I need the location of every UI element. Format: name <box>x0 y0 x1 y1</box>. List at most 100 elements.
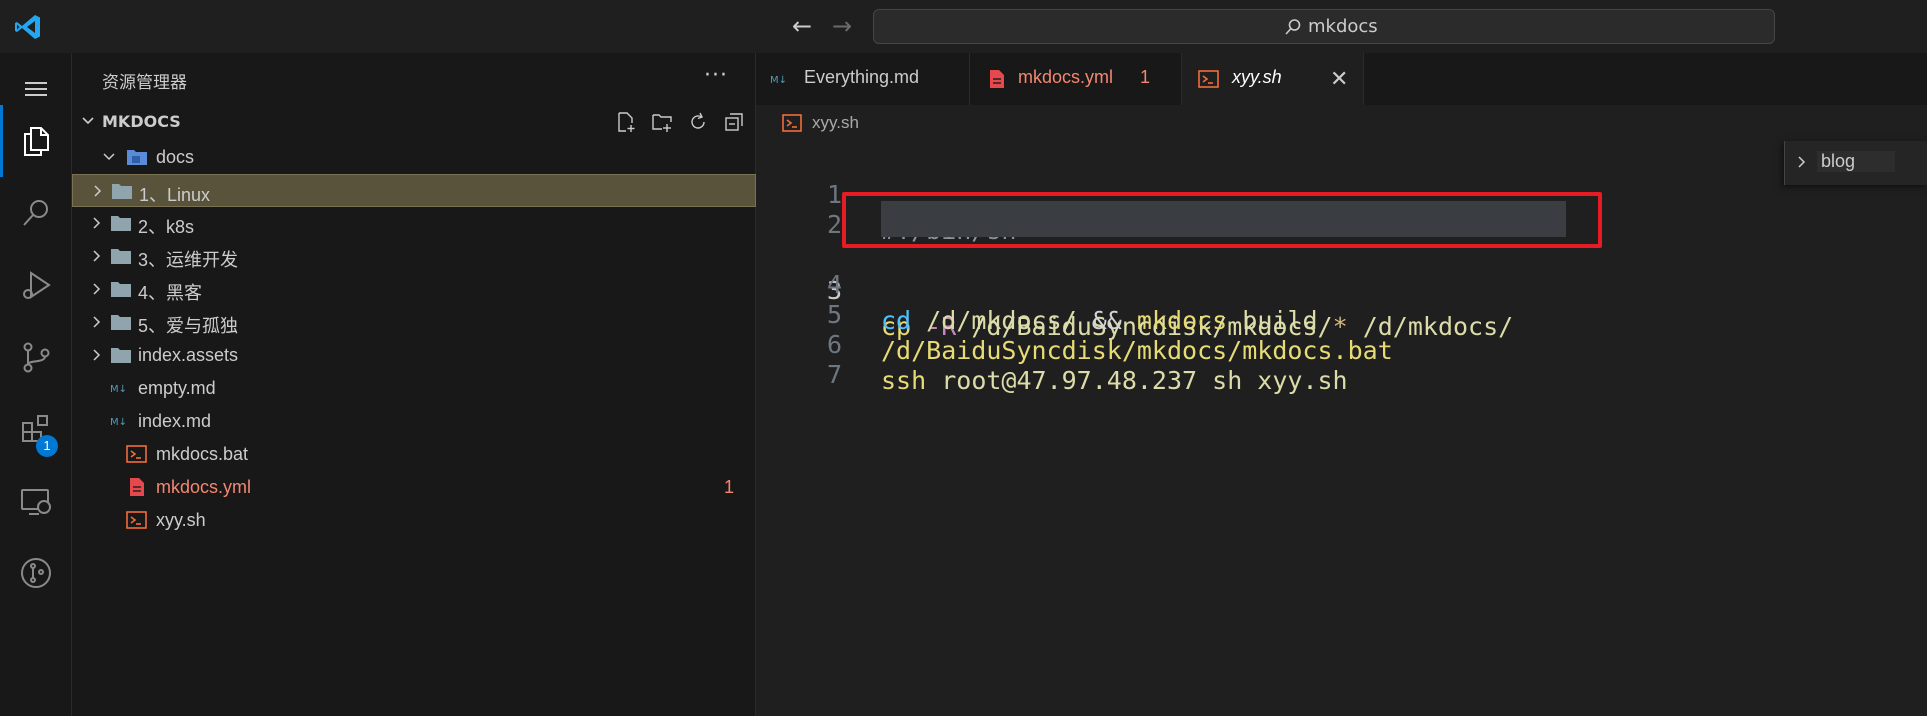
tree-item-mkdocs-bat[interactable]: mkdocs.bat <box>72 438 756 471</box>
new-folder-icon[interactable] <box>648 110 676 134</box>
tree-item-folder-k8s[interactable]: 2、k8s <box>72 207 756 240</box>
svg-text:M↓: M↓ <box>770 75 787 86</box>
shell-icon <box>126 511 147 529</box>
title-bar: ← → mkdocs <box>0 0 1927 53</box>
yaml-icon <box>130 478 144 496</box>
folder-icon <box>111 348 131 363</box>
activity-bar: 1 <box>0 53 72 716</box>
tree-item-docs[interactable]: docs <box>72 141 756 174</box>
tree-item-label: 5、爱与孤独 <box>138 316 239 336</box>
extensions-icon[interactable]: 1 <box>0 393 72 465</box>
chevron-right-icon <box>1798 156 1806 168</box>
close-icon[interactable]: ✕ <box>1330 66 1348 92</box>
token-cmd: ssh <box>881 366 927 395</box>
tree-item-label: index.assets <box>138 345 239 365</box>
chevron-right-icon <box>93 283 101 295</box>
code-line: 7 <box>756 321 1927 389</box>
code-text: ssh root@47.97.48.237 sh xyy.sh <box>881 363 1348 399</box>
vscode-logo-icon[interactable] <box>13 12 43 42</box>
forward-arrow-icon[interactable]: → <box>828 12 856 40</box>
svg-text:M↓: M↓ <box>110 417 127 428</box>
tree-item-folder-index-assets[interactable]: index.assets <box>72 339 756 372</box>
chevron-down-icon <box>103 153 115 161</box>
tree-item-label: 3、运维开发 <box>138 250 239 270</box>
run-debug-icon[interactable] <box>0 249 72 321</box>
tree-item-folder-linux[interactable]: 1、Linux <box>72 174 756 207</box>
chevron-down-icon <box>82 117 94 125</box>
section-actions <box>612 110 748 134</box>
outline-peek-widget[interactable]: blog <box>1784 141 1927 185</box>
tab-everything-md[interactable]: M↓ Everything.md <box>756 53 970 105</box>
tree-item-index-md[interactable]: M↓ index.md <box>72 405 756 438</box>
folder-icon <box>112 184 132 199</box>
tree-item-label: docs <box>156 147 195 167</box>
folder-icon <box>111 315 131 330</box>
command-center-text: mkdocs <box>1308 16 1378 37</box>
command-center-search[interactable]: mkdocs <box>873 9 1775 44</box>
back-arrow-icon[interactable]: ← <box>788 12 816 40</box>
tab-label: Everything.md <box>804 67 920 87</box>
tree-item-mkdocs-yml[interactable]: mkdocs.yml 1 <box>72 471 756 504</box>
editor-area: M↓ Everything.md mkdocs.yml 1 xyy.sh ✕ x… <box>756 53 1927 716</box>
tab-mkdocs-yml[interactable]: mkdocs.yml 1 <box>970 53 1182 105</box>
remote-explorer-icon[interactable] <box>0 465 72 537</box>
tree-item-label: mkdocs.bat <box>156 444 249 464</box>
tab-problems-count: 1 <box>1140 67 1151 87</box>
source-control-icon[interactable] <box>0 321 72 393</box>
explorer-sidebar: 资源管理器 ··· MKDOCS docs 1、Linux 2、k8s 3、运维… <box>72 53 756 716</box>
workspace-section-header[interactable]: MKDOCS <box>72 105 756 138</box>
chevron-right-icon <box>94 185 102 197</box>
workspace-title: MKDOCS <box>102 112 181 131</box>
tree-item-folder-hacker[interactable]: 4、黑客 <box>72 273 756 306</box>
search-icon <box>1285 19 1301 35</box>
chevron-right-icon <box>93 217 101 229</box>
tree-item-label: mkdocs.yml <box>156 477 252 497</box>
svg-text:M↓: M↓ <box>110 384 127 395</box>
tree-item-label: 4、黑客 <box>138 283 203 303</box>
tab-label: xyy.sh <box>1232 67 1282 87</box>
outline-peek-label: blog <box>1817 151 1896 172</box>
tab-xyy-sh[interactable]: xyy.sh ✕ <box>1182 53 1364 105</box>
tree-item-folder-devops[interactable]: 3、运维开发 <box>72 240 756 273</box>
tree-item-label: xyy.sh <box>156 510 206 530</box>
search-activity-icon[interactable] <box>0 177 72 249</box>
line-number: 7 <box>826 360 842 389</box>
sidebar-header: 资源管理器 ··· <box>72 53 756 105</box>
shell-icon <box>126 445 147 463</box>
annotation-highlight-box <box>842 192 1602 248</box>
docs-folder-icon <box>127 150 147 165</box>
markdown-icon: M↓ <box>770 75 787 86</box>
problems-count: 1 <box>723 477 734 497</box>
explorer-icon[interactable] <box>0 105 72 177</box>
token-arg: root@47.97.48.237 sh xyy.sh <box>941 366 1348 395</box>
tree-item-empty-md[interactable]: M↓ empty.md <box>72 372 756 405</box>
chevron-right-icon <box>93 349 101 361</box>
chevron-right-icon <box>93 316 101 328</box>
markdown-icon: M↓ <box>110 384 127 395</box>
shell-icon <box>1198 70 1219 88</box>
extensions-badge: 1 <box>36 435 58 457</box>
shell-icon <box>782 114 802 132</box>
folder-icon <box>111 216 131 231</box>
sidebar-title: 资源管理器 <box>102 73 187 93</box>
folder-icon <box>111 249 131 264</box>
more-actions-icon[interactable]: ··· <box>704 63 728 88</box>
tab-label: mkdocs.yml <box>1018 67 1114 87</box>
yaml-icon <box>990 70 1004 88</box>
tree-item-label: empty.md <box>138 378 216 398</box>
new-file-icon[interactable] <box>612 110 640 134</box>
tree-item-label: 1、Linux <box>139 185 211 205</box>
tree-item-folder-love[interactable]: 5、爱与孤独 <box>72 306 756 339</box>
breadcrumb: xyy.sh <box>756 105 1927 141</box>
chevron-right-icon <box>93 250 101 262</box>
tree-item-label: 2、k8s <box>138 217 195 237</box>
collapse-all-icon[interactable] <box>720 110 748 134</box>
refresh-icon[interactable] <box>684 110 712 134</box>
tree-item-xyy-sh[interactable]: xyy.sh <box>72 504 756 537</box>
markdown-icon: M↓ <box>110 417 127 428</box>
breadcrumb-file[interactable]: xyy.sh <box>812 113 859 133</box>
git-graph-icon[interactable] <box>0 537 72 609</box>
folder-icon <box>111 282 131 297</box>
tab-bar: M↓ Everything.md mkdocs.yml 1 xyy.sh ✕ <box>756 53 1927 105</box>
tree-item-label: index.md <box>138 411 212 431</box>
